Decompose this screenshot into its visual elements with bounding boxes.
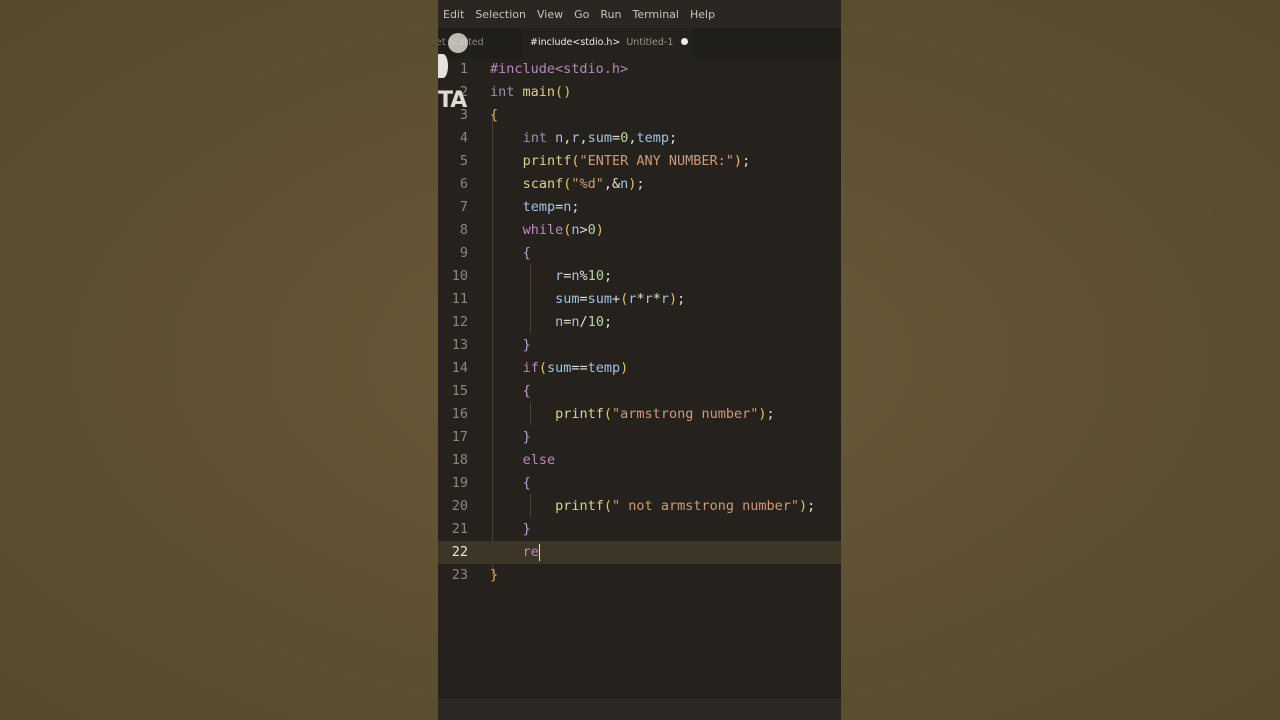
overlay-text: TA <box>438 88 467 113</box>
code-text[interactable]: { <box>490 242 531 265</box>
code-text[interactable]: n=n/10; <box>490 311 612 334</box>
status-bar <box>438 698 841 720</box>
line-number: 10 <box>451 268 468 284</box>
code-line[interactable]: 4 int n,r,sum=0,temp; <box>438 127 841 150</box>
code-text[interactable]: if(sum==temp) <box>490 357 629 380</box>
tab-bar: et Started #include<stdio.h> Untitled-1 <box>438 28 841 58</box>
code-line[interactable]: 5 printf("ENTER ANY NUMBER:"); <box>438 150 841 173</box>
code-line[interactable]: 19 { <box>438 472 841 495</box>
menu-help[interactable]: Help <box>690 8 715 21</box>
code-text[interactable]: else <box>490 449 556 472</box>
line-number: 12 <box>451 314 468 330</box>
tab-get-started[interactable]: et Started <box>438 28 520 58</box>
code-text[interactable]: } <box>490 518 531 541</box>
text-cursor <box>538 543 541 561</box>
line-number: 18 <box>451 452 468 468</box>
code-text[interactable]: } <box>490 426 531 449</box>
code-text[interactable]: scanf("%d",&n); <box>490 173 645 196</box>
code-line[interactable]: 8 while(n>0) <box>438 219 841 242</box>
line-number: 13 <box>451 337 468 353</box>
code-text[interactable]: } <box>490 334 531 357</box>
code-text[interactable]: { <box>490 380 531 403</box>
line-number: 4 <box>459 130 468 146</box>
code-text[interactable]: temp=n; <box>490 196 580 219</box>
code-text[interactable]: printf("armstrong number"); <box>490 403 775 426</box>
code-line[interactable]: 13 } <box>438 334 841 357</box>
code-text[interactable]: r=n%10; <box>490 265 612 288</box>
code-text[interactable]: { <box>490 472 531 495</box>
menu-view[interactable]: View <box>537 8 563 21</box>
line-number: 15 <box>451 383 468 399</box>
unsaved-dot-icon[interactable] <box>681 38 689 45</box>
menu-bar: Edit Selection View Go Run Terminal Help <box>438 0 841 28</box>
tab-untitled-1[interactable]: #include<stdio.h> Untitled-1 <box>522 28 692 58</box>
code-line[interactable]: 9 { <box>438 242 841 265</box>
code-line[interactable]: 16 printf("armstrong number"); <box>438 403 841 426</box>
code-line[interactable]: 12 n=n/10; <box>438 311 841 334</box>
line-number: 19 <box>451 475 468 491</box>
line-number: 8 <box>459 222 468 238</box>
line-number: 17 <box>451 429 468 445</box>
line-number: 5 <box>459 153 468 169</box>
tab-file-label: #include<stdio.h> <box>530 37 621 48</box>
code-text[interactable]: printf(" not armstrong number"); <box>490 495 815 518</box>
code-line[interactable]: 14 if(sum==temp) <box>438 357 841 380</box>
line-number: 22 <box>451 544 468 560</box>
code-text[interactable]: #include<stdio.h> <box>490 58 628 81</box>
code-text[interactable]: } <box>490 564 498 587</box>
code-text[interactable]: sum=sum+(r*r*r); <box>490 288 685 311</box>
code-text[interactable]: { <box>490 104 498 127</box>
code-editor[interactable]: 1 #include<stdio.h> 2 int main() 3{4 int n,r… <box>438 58 841 698</box>
code-text[interactable]: printf("ENTER ANY NUMBER:"); <box>490 150 751 173</box>
menu-terminal[interactable]: Terminal <box>632 8 679 21</box>
code-line[interactable]: 6 scanf("%d",&n); <box>438 173 841 196</box>
editor-window: Edit Selection View Go Run Terminal Help… <box>438 0 841 720</box>
code-text[interactable]: int main() <box>490 81 571 104</box>
touch-indicator-icon <box>448 33 468 53</box>
menu-go[interactable]: Go <box>574 8 589 21</box>
line-number: 21 <box>451 521 468 537</box>
code-line[interactable]: 22 re <box>438 541 841 564</box>
code-line[interactable]: 23} <box>438 564 841 587</box>
menu-run[interactable]: Run <box>600 8 621 21</box>
code-line[interactable]: 7 temp=n; <box>438 196 841 219</box>
code-line[interactable]: 1 #include<stdio.h> <box>438 58 841 81</box>
touch-marker-icon <box>438 54 448 78</box>
menu-edit[interactable]: Edit <box>443 8 464 21</box>
code-line[interactable]: 21 } <box>438 518 841 541</box>
line-number: 20 <box>451 498 468 514</box>
code-text[interactable]: while(n>0) <box>490 219 604 242</box>
line-number: 11 <box>451 291 468 307</box>
code-line[interactable]: 18 else <box>438 449 841 472</box>
code-line[interactable]: 2 int main() <box>438 81 841 104</box>
line-number: 23 <box>451 567 468 583</box>
code-line[interactable]: 10 r=n%10; <box>438 265 841 288</box>
code-line[interactable]: 11 sum=sum+(r*r*r); <box>438 288 841 311</box>
code-text[interactable]: int n,r,sum=0,temp; <box>490 127 678 150</box>
line-number: 9 <box>459 245 468 261</box>
line-number: 6 <box>459 176 468 192</box>
code-line[interactable]: 20 printf(" not armstrong number"); <box>438 495 841 518</box>
menu-selection[interactable]: Selection <box>475 8 526 21</box>
code-line[interactable]: 15 { <box>438 380 841 403</box>
code-line[interactable]: 17 } <box>438 426 841 449</box>
code-line[interactable]: 3{ <box>438 104 841 127</box>
tab-file-name: Untitled-1 <box>626 37 674 48</box>
line-number: 7 <box>459 199 468 215</box>
line-number: 14 <box>451 360 468 376</box>
line-number: 16 <box>451 406 468 422</box>
code-text[interactable]: re <box>490 541 541 564</box>
